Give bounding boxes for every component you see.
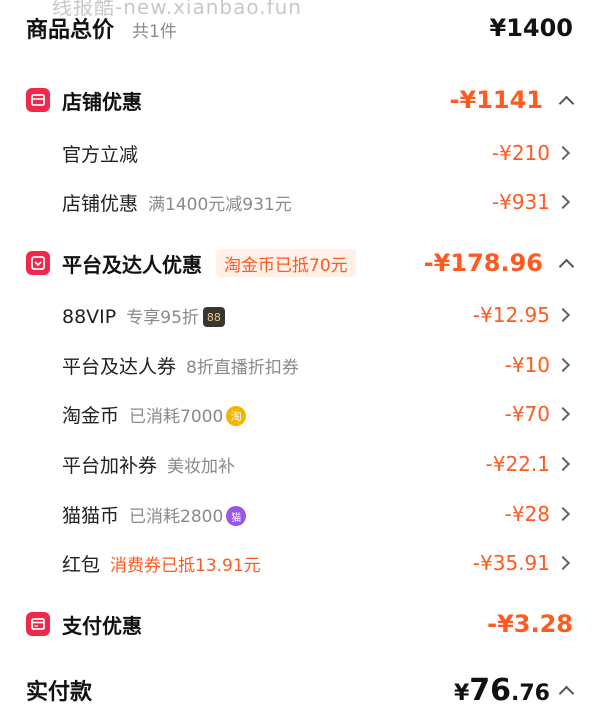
item-sub: 8折直播折扣券 [186,357,299,378]
shop-discount-value: -¥1141 [449,86,543,114]
item-value: -¥22.1 [485,452,550,476]
actual-paid-label: 实付款 [26,680,93,705]
payment-discount-value: -¥3.28 [487,610,573,638]
list-item-88vip[interactable]: 88VIP 专享95折 88 -¥12.95 [0,296,600,334]
platform-discount-header[interactable]: 平台及达人优惠 淘金币已抵70元 -¥178.96 [0,243,600,283]
actual-paid-value: ¥76.76 [453,672,550,708]
list-item-shop-coupon[interactable]: 店铺优惠 满1400元减931元 -¥931 [0,183,600,221]
shop-discount-header[interactable]: 店铺优惠 -¥1141 [0,80,600,120]
list-item-red-packet[interactable]: 红包 消费券已抵13.91元 -¥35.91 [0,544,600,582]
item-sub: 专享95折 [126,307,199,328]
88vip-badge-icon: 88 [202,307,225,327]
item-value: -¥10 [504,353,550,377]
list-item-maomaobi[interactable]: 猫猫币 已消耗2800 猫 -¥28 [0,495,600,533]
platform-discount-title: 平台及达人优惠 [62,252,202,277]
platform-discount-icon [26,251,50,275]
item-label: 猫猫币 已消耗2800 猫 [62,501,247,528]
list-item-official-discount[interactable]: 官方立减 -¥210 [0,134,600,172]
item-value: -¥12.95 [472,303,550,327]
goods-total-label: 商品总价 [26,18,115,43]
actual-paid-row[interactable]: 实付款 ¥76.76 [0,668,600,712]
shop-discount-title: 店铺优惠 [62,89,142,114]
chevron-up-icon[interactable] [558,95,575,111]
chevron-right-icon[interactable] [555,555,571,571]
goods-count: 共1件 [132,22,177,42]
chevron-up-icon[interactable] [558,258,575,274]
item-label: 平台及达人券 8折直播折扣券 [62,355,299,378]
item-sub: 满1400元减931元 [148,194,292,215]
maomaobi-coin-icon: 猫 [226,506,247,526]
shop-discount-icon [26,88,50,112]
item-sub: 消费券已抵13.91元 [110,555,261,576]
item-value: -¥28 [504,502,550,526]
item-value: -¥35.91 [472,551,550,575]
list-item-platform-subsidy[interactable]: 平台加补券 美妆加补 -¥22.1 [0,445,600,483]
item-value: -¥210 [491,141,550,165]
chevron-right-icon[interactable] [555,307,571,323]
item-sub: 美妆加补 [167,456,236,477]
payment-discount-title: 支付优惠 [62,613,142,638]
item-value: -¥70 [504,402,550,426]
item-sub: 已消耗7000 [129,406,224,427]
goods-total-row: 商品总价 共1件 ¥1400 [0,8,600,48]
list-item-taojinbi[interactable]: 淘金币 已消耗7000 淘 -¥70 [0,395,600,433]
payment-discount-icon [26,612,50,636]
chevron-up-icon[interactable] [558,685,575,701]
taojinbi-coin-icon: 淘 [226,406,247,426]
list-item-platform-coupon[interactable]: 平台及达人券 8折直播折扣券 -¥10 [0,346,600,384]
item-label: 官方立减 [62,143,139,166]
item-label: 淘金币 已消耗7000 淘 [62,401,247,428]
chevron-right-icon[interactable] [555,357,571,373]
item-label: 88VIP 专享95折 88 [62,303,225,328]
item-label: 店铺优惠 满1400元减931元 [62,192,292,215]
platform-discount-value: -¥178.96 [423,249,543,277]
chevron-right-icon[interactable] [555,456,571,472]
item-sub: 已消耗2800 [129,506,224,527]
payment-discount-row: 支付优惠 -¥3.28 [0,604,600,644]
chevron-right-icon[interactable] [555,506,571,522]
item-label: 红包 消费券已抵13.91元 [62,553,261,576]
item-value: -¥931 [491,190,550,214]
item-label: 平台加补券 美妆加补 [62,454,236,477]
goods-total-value: ¥1400 [489,14,574,42]
chevron-right-icon[interactable] [555,194,571,210]
chevron-right-icon[interactable] [555,406,571,422]
chevron-right-icon[interactable] [555,145,571,161]
taojinbi-tag: 淘金币已抵70元 [216,249,356,277]
